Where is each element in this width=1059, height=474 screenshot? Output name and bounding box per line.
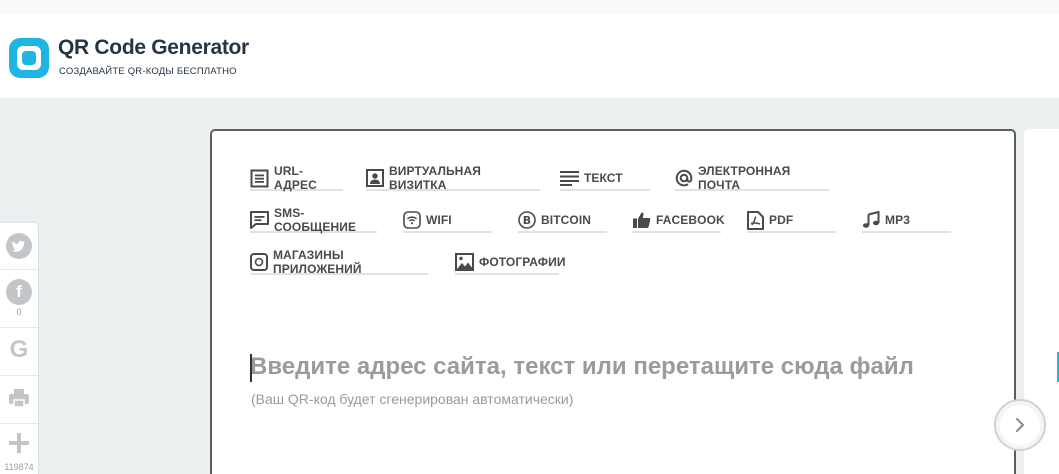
tab-bitcoin[interactable]: B BITCOIN bbox=[518, 209, 607, 233]
text-caret bbox=[250, 354, 252, 382]
tab-wifi-label: WIFI bbox=[426, 213, 452, 227]
tab-facebook-label: FACEBOOK bbox=[656, 213, 725, 227]
print-icon bbox=[6, 389, 32, 415]
plus-icon bbox=[7, 433, 31, 459]
tab-text-label: ТЕКСТ bbox=[584, 171, 623, 185]
tab-vcard-label: ВИРТУАЛЬНАЯ ВИЗИТКА bbox=[389, 164, 481, 192]
tab-mp3[interactable]: MP3 bbox=[862, 209, 951, 233]
chevron-right-icon bbox=[1015, 417, 1025, 433]
app-store-icon bbox=[250, 253, 268, 271]
twitter-share-button[interactable] bbox=[0, 233, 38, 264]
auto-generate-hint: (Ваш QR-код будет сгенерирован автоматич… bbox=[251, 391, 574, 407]
facebook-share-button[interactable]: f 0 bbox=[0, 279, 38, 317]
tab-url-label: URL-АДРЕС bbox=[274, 164, 317, 192]
tab-sms[interactable]: SMS-СООБЩЕНИЕ bbox=[250, 206, 377, 234]
tab-pdf[interactable]: PDF bbox=[747, 209, 836, 233]
svg-text:B: B bbox=[523, 214, 531, 227]
tab-url[interactable]: URL-АДРЕС bbox=[250, 164, 343, 192]
facebook-share-count: 0 bbox=[16, 307, 22, 317]
tab-email-label: ЭЛЕКТРОННАЯ ПОЧТА bbox=[698, 164, 791, 192]
sms-icon bbox=[250, 211, 269, 229]
qr-logo-icon[interactable] bbox=[9, 38, 49, 78]
url-icon bbox=[250, 169, 269, 187]
tab-mp3-label: MP3 bbox=[885, 213, 910, 227]
url-input-wrap bbox=[250, 350, 990, 384]
tab-app-stores[interactable]: МАГАЗИНЫ ПРИЛОЖЕНИЙ bbox=[250, 248, 428, 276]
facebook-like-icon bbox=[633, 212, 651, 228]
social-share-bar: f 0 G 119874 bbox=[0, 222, 39, 474]
tab-pdf-label: PDF bbox=[769, 213, 794, 227]
wifi-icon bbox=[403, 211, 421, 229]
tab-photos[interactable]: ФОТОГРАФИИ bbox=[455, 251, 565, 275]
vcard-icon bbox=[366, 169, 384, 187]
google-icon: G bbox=[9, 336, 29, 363]
url-input[interactable] bbox=[250, 350, 990, 384]
tab-sms-label: SMS-СООБЩЕНИЕ bbox=[274, 206, 357, 234]
brand-title[interactable]: QR Code Generator bbox=[58, 36, 249, 60]
at-icon bbox=[675, 169, 693, 187]
total-share-count: 119874 bbox=[4, 462, 34, 472]
header: QR Code Generator СОЗДАВАЙТЕ QR-КОДЫ БЕС… bbox=[0, 0, 1059, 98]
brand-tagline: СОЗДАВАЙТЕ QR-КОДЫ БЕСПЛАТНО bbox=[59, 66, 237, 77]
tab-app-stores-label: МАГАЗИНЫ ПРИЛОЖЕНИЙ bbox=[273, 248, 362, 276]
tab-facebook[interactable]: FACEBOOK bbox=[632, 209, 725, 233]
more-share-button[interactable]: 119874 bbox=[0, 431, 38, 472]
pdf-icon bbox=[747, 210, 764, 230]
google-share-button[interactable]: G bbox=[0, 337, 38, 363]
tab-email[interactable]: ЭЛЕКТРОННАЯ ПОЧТА bbox=[675, 164, 829, 192]
tab-text[interactable]: ТЕКСТ bbox=[560, 167, 650, 191]
print-button[interactable] bbox=[0, 385, 38, 416]
bitcoin-icon: B bbox=[518, 211, 536, 229]
text-icon bbox=[560, 171, 579, 186]
photo-icon bbox=[455, 253, 474, 271]
top-strip bbox=[0, 0, 1059, 14]
tab-photos-label: ФОТОГРАФИИ bbox=[479, 255, 566, 269]
tab-bitcoin-label: BITCOIN bbox=[541, 213, 592, 227]
tab-wifi[interactable]: WIFI bbox=[403, 209, 492, 233]
twitter-icon bbox=[6, 233, 32, 259]
tab-vcard[interactable]: ВИРТУАЛЬНАЯ ВИЗИТКА bbox=[366, 164, 540, 192]
facebook-icon: f bbox=[6, 279, 32, 305]
music-icon bbox=[863, 211, 880, 228]
next-button[interactable] bbox=[994, 399, 1046, 451]
